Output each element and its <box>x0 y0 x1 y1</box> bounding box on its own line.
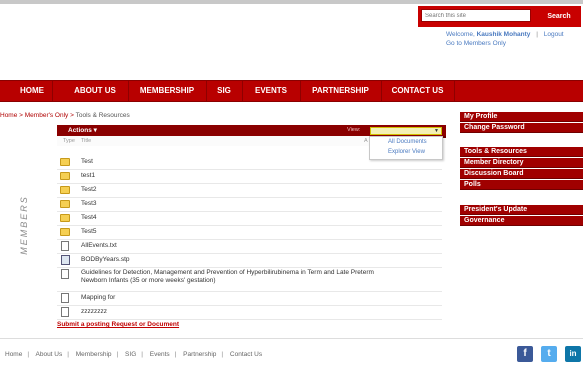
column-title[interactable]: Title <box>81 138 91 144</box>
dropdown-arrow-icon: ▼ <box>434 128 439 134</box>
folder-icon <box>60 172 70 180</box>
list-item[interactable]: test1 <box>57 169 442 184</box>
breadcrumb: Home > Member's Only > Tools & Resources <box>0 112 130 119</box>
nav-membership[interactable]: MEMBERSHIP <box>128 81 207 101</box>
folder-icon <box>60 158 70 166</box>
footer-divider <box>0 338 583 339</box>
list-item[interactable]: Guidelines for Detection, Management and… <box>57 267 442 292</box>
sidebar-item-my-profile[interactable]: My Profile <box>460 112 583 122</box>
search-input[interactable] <box>421 9 531 22</box>
breadcrumb-sep: > <box>19 112 23 119</box>
footer-about-us[interactable]: About Us <box>36 351 63 358</box>
nav-home[interactable]: HOME <box>12 81 53 101</box>
sidebar-item-change-password[interactable]: Change Password <box>460 123 583 133</box>
user-name-link[interactable]: Kaushik Mohanty <box>477 31 531 38</box>
document-icon <box>61 269 69 279</box>
nav-events[interactable]: EVENTS <box>242 81 301 101</box>
folder-icon <box>60 200 70 208</box>
nav-partnership[interactable]: PARTNERSHIP <box>300 81 382 101</box>
sidebar-item-discussion-board[interactable]: Discussion Board <box>460 169 583 179</box>
list-item[interactable]: BODByYears.stp <box>57 253 442 268</box>
column-modified[interactable]: A <box>364 138 368 144</box>
item-title[interactable]: Test <box>81 158 93 165</box>
nav-about-us[interactable]: ABOUT US <box>62 81 129 101</box>
list-item[interactable]: Mapping for <box>57 291 442 306</box>
list-item[interactable]: Test <box>57 155 442 170</box>
members-side-label: MEMBERS <box>14 188 29 268</box>
item-title[interactable]: Mapping for <box>81 294 115 301</box>
view-option-all-documents[interactable]: All Documents <box>388 139 427 145</box>
item-title[interactable]: AllEvents.txt <box>81 242 117 249</box>
item-title[interactable]: zzzzzzzz <box>81 308 107 315</box>
members-label-text: MEMBERS <box>19 195 29 255</box>
nav-contact-us[interactable]: CONTACT US <box>381 81 455 101</box>
folder-icon <box>60 228 70 236</box>
image-file-icon <box>61 255 70 265</box>
search-button[interactable]: Search <box>540 9 578 24</box>
breadcrumb-home[interactable]: Home <box>0 112 17 119</box>
document-icon <box>61 293 69 303</box>
sidebar-item-tools-resources[interactable]: Tools & Resources <box>460 147 583 157</box>
linkedin-icon[interactable]: in <box>565 346 581 362</box>
view-select[interactable]: ▼ <box>370 127 442 135</box>
sidebar-item-polls[interactable]: Polls <box>460 180 583 190</box>
folder-icon <box>60 186 70 194</box>
footer-links: Home | About Us | Membership | SIG | Events |… <box>5 351 263 358</box>
actions-menu[interactable]: Actions ▾ <box>68 125 97 136</box>
list-item[interactable]: AllEvents.txt <box>57 239 442 254</box>
breadcrumb-sep: > <box>70 112 74 119</box>
welcome-separator: | <box>536 31 538 38</box>
sidebar-item-governance[interactable]: Governance <box>460 216 583 226</box>
welcome-area: Welcome, Kaushik Mohanty | Logout Go to … <box>446 30 564 48</box>
column-type[interactable]: Type <box>63 138 75 144</box>
breadcrumb-current: Tools & Resources <box>75 112 130 119</box>
main-nav: HOME ABOUT US MEMBERSHIP SIG EVENTS PART… <box>0 80 583 102</box>
footer-home[interactable]: Home <box>5 351 22 358</box>
item-title[interactable]: Test2 <box>81 186 97 193</box>
logout-link[interactable]: Logout <box>544 31 564 38</box>
list-item[interactable]: zzzzzzzz <box>57 305 442 320</box>
footer-events[interactable]: Events <box>150 351 170 358</box>
submit-request-link[interactable]: Submit a posting Request or Document <box>57 321 179 328</box>
folder-icon <box>60 214 70 222</box>
twitter-icon[interactable]: t <box>541 346 557 362</box>
list-item[interactable]: Test2 <box>57 183 442 198</box>
item-title[interactable]: Guidelines for Detection, Management and… <box>81 269 401 285</box>
goto-members-link[interactable]: Go to Members Only <box>446 39 564 48</box>
footer-partnership[interactable]: Partnership <box>183 351 216 358</box>
welcome-prefix: Welcome, <box>446 31 475 38</box>
sidebar-item-presidents-update[interactable]: President's Update <box>460 205 583 215</box>
sidebar-item-member-directory[interactable]: Member Directory <box>460 158 583 168</box>
footer-sig[interactable]: SIG <box>125 351 136 358</box>
top-strip <box>0 0 583 4</box>
nav-sig[interactable]: SIG <box>206 81 243 101</box>
list-item[interactable]: Test3 <box>57 197 442 212</box>
item-title[interactable]: BODByYears.stp <box>81 256 130 263</box>
item-title[interactable]: test1 <box>81 172 95 179</box>
document-icon <box>61 307 69 317</box>
search-box: Search <box>418 6 581 27</box>
view-label: View: <box>347 127 361 133</box>
list-item[interactable]: Test4 <box>57 211 442 226</box>
item-title[interactable]: Test5 <box>81 228 97 235</box>
footer-membership[interactable]: Membership <box>76 351 112 358</box>
text-file-icon <box>61 241 69 251</box>
list-item[interactable]: Test5 <box>57 225 442 240</box>
item-title[interactable]: Test3 <box>81 200 97 207</box>
breadcrumb-members[interactable]: Member's Only <box>25 112 69 119</box>
footer-contact-us[interactable]: Contact Us <box>230 351 262 358</box>
item-title[interactable]: Test4 <box>81 214 97 221</box>
facebook-icon[interactable]: f <box>517 346 533 362</box>
